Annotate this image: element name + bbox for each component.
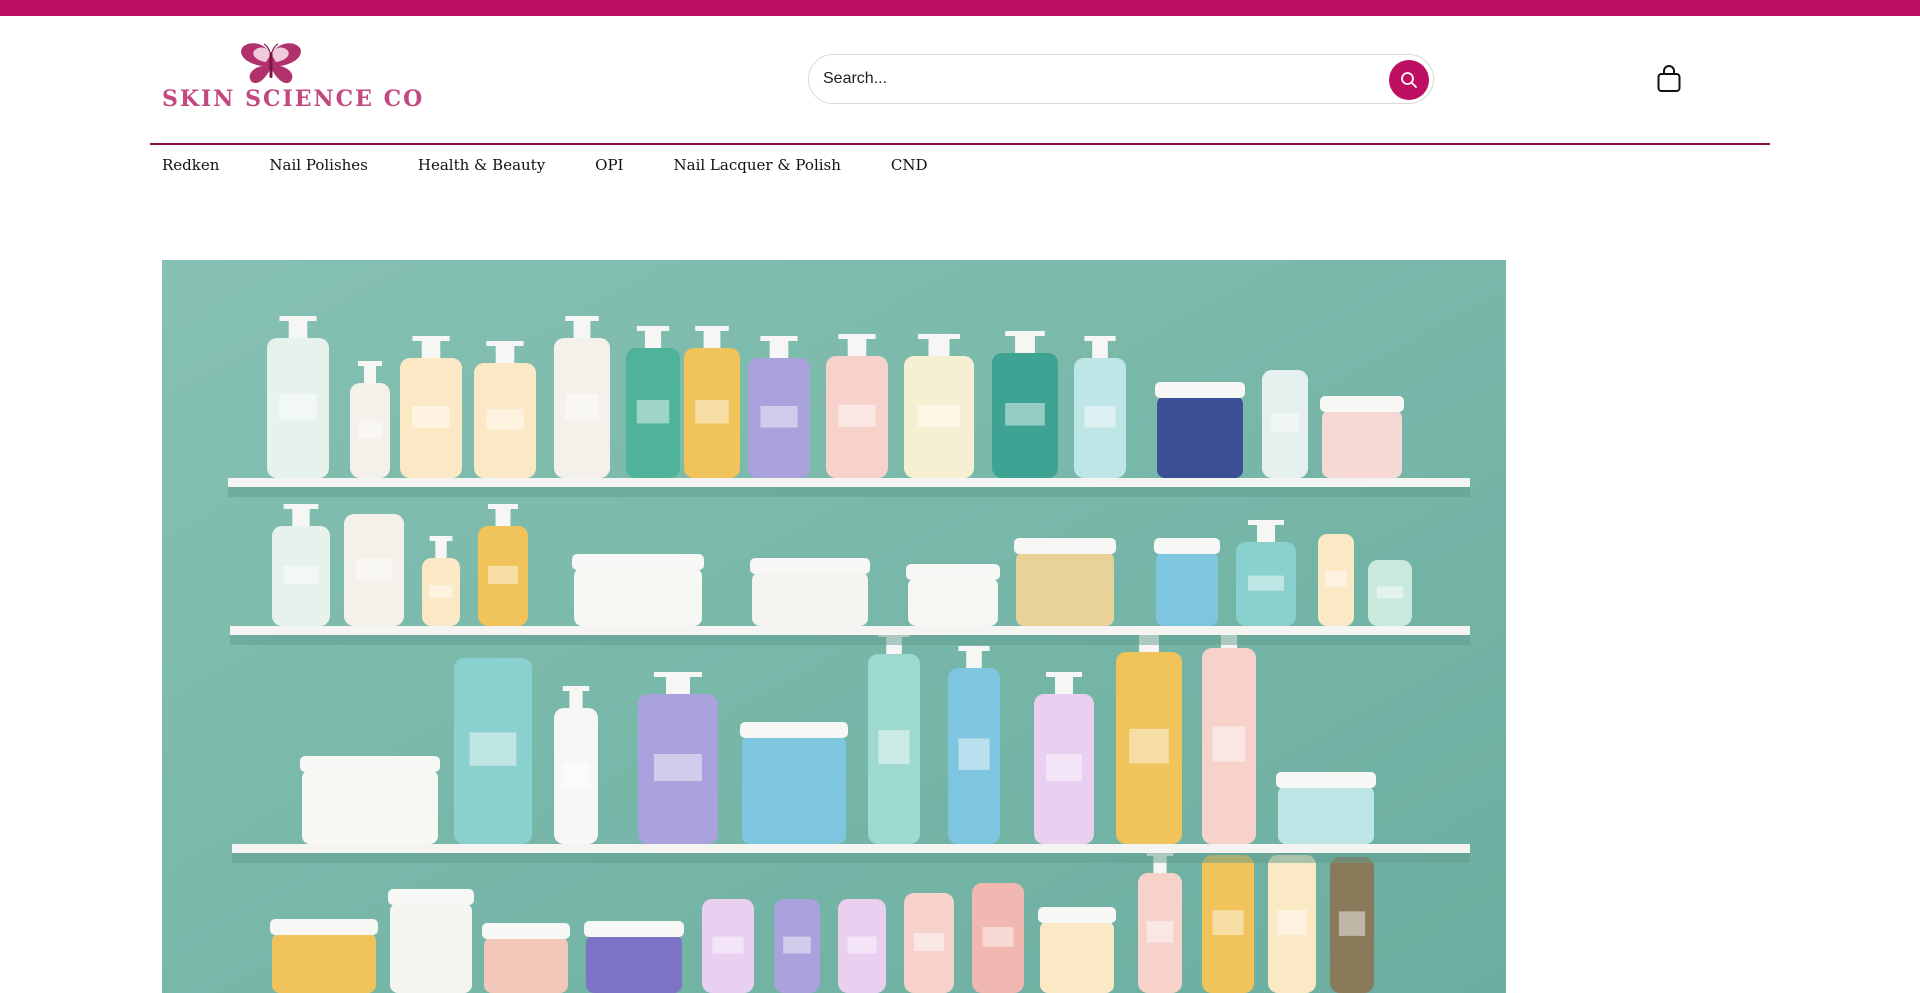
hero-image bbox=[162, 260, 1506, 993]
cart-button[interactable] bbox=[1652, 62, 1686, 96]
header-divider bbox=[150, 143, 1770, 145]
search-bar bbox=[808, 54, 1434, 104]
shelf-3 bbox=[232, 844, 1470, 863]
search-input[interactable] bbox=[823, 67, 1363, 91]
brand-name: SKIN SCIENCE CO bbox=[162, 86, 425, 112]
nav-item-redken[interactable]: Redken bbox=[162, 156, 219, 174]
nav-item-nail-lacquer-polish[interactable]: Nail Lacquer & Polish bbox=[674, 156, 841, 174]
nav-item-cnd[interactable]: CND bbox=[891, 156, 928, 174]
skincare-shelves-illustration bbox=[162, 260, 1506, 993]
search-icon bbox=[1401, 72, 1417, 88]
shelf-2 bbox=[230, 626, 1470, 645]
shopping-bag-icon bbox=[1657, 65, 1681, 92]
nav-item-health-beauty[interactable]: Health & Beauty bbox=[418, 156, 545, 174]
category-nav: Redken Nail Polishes Health & Beauty OPI… bbox=[162, 156, 978, 174]
announcement-bar bbox=[0, 0, 1920, 16]
butterfly-icon bbox=[241, 43, 301, 84]
nav-item-nail-polishes[interactable]: Nail Polishes bbox=[269, 156, 367, 174]
brand-logo[interactable]: SKIN SCIENCE CO bbox=[160, 38, 422, 116]
shelf-1 bbox=[228, 478, 1470, 497]
search-button[interactable] bbox=[1389, 60, 1429, 100]
nav-item-opi[interactable]: OPI bbox=[595, 156, 623, 174]
